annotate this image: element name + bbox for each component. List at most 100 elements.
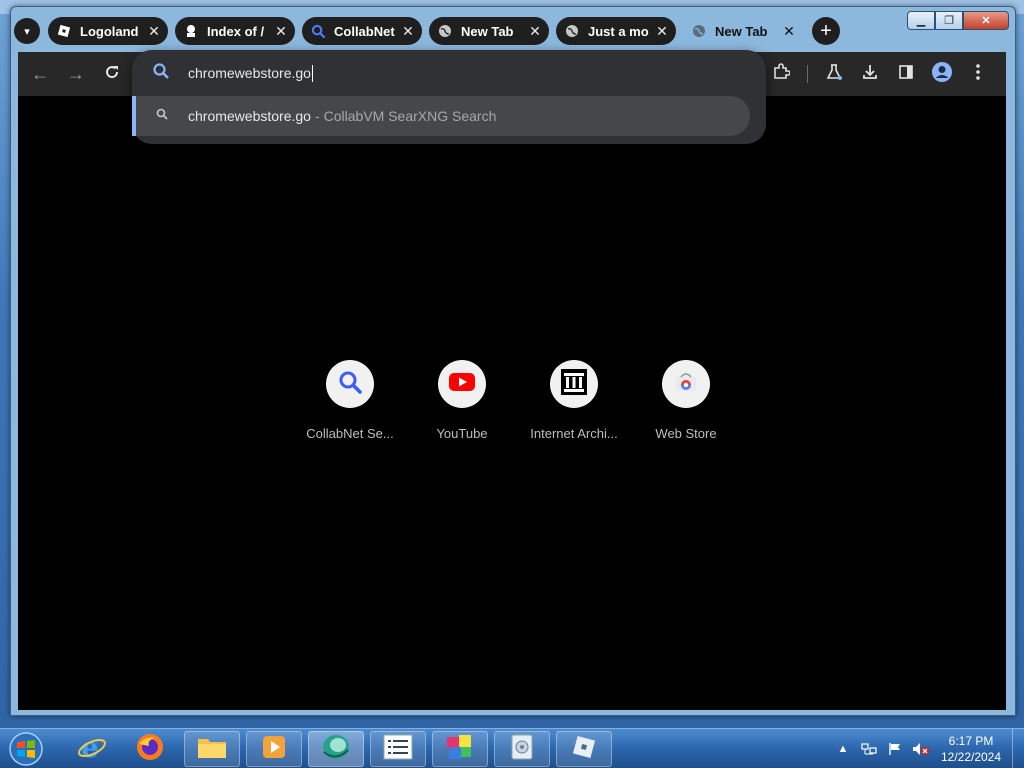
firefox-icon: [135, 732, 165, 767]
internet-explorer-icon: e: [77, 731, 107, 767]
tab-strip: ▾ Logoland ✕ Index of / ✕ CollabNet ✕ Ne…: [14, 14, 840, 48]
address-bar[interactable]: chromewebstore.go: [132, 50, 766, 96]
reload-button[interactable]: [94, 56, 130, 92]
action-center-flag-icon[interactable]: [885, 739, 905, 759]
globe-icon: [437, 23, 453, 39]
flask-icon: [825, 63, 843, 86]
shortcut-label: YouTube: [436, 426, 488, 441]
taskbar-file-explorer[interactable]: [184, 731, 240, 767]
list-icon: [383, 734, 413, 765]
roblox-icon: [56, 23, 72, 39]
windows-logo-icon: [6, 732, 46, 768]
shortcut-label: Web Store: [655, 426, 717, 441]
reload-icon: [104, 64, 120, 85]
tab-title: New Tab: [461, 23, 514, 39]
tab-new-tab[interactable]: New Tab ✕: [429, 17, 549, 45]
profile-button[interactable]: [924, 56, 960, 92]
close-window-button[interactable]: ✕: [963, 11, 1009, 30]
omnibox-dropdown: chromewebstore.go chromewebstore.go - Co…: [132, 50, 766, 144]
roblox-icon: [570, 733, 598, 766]
taskbar-clock[interactable]: 6:17 PM 12/22/2024: [940, 733, 1002, 765]
start-button[interactable]: [6, 731, 46, 767]
arrow-right-icon: →: [67, 63, 85, 84]
paint-icon: [445, 733, 475, 766]
close-icon[interactable]: ✕: [654, 23, 670, 40]
web-store-icon: [674, 371, 698, 398]
minimize-button[interactable]: ▁: [907, 11, 935, 30]
toolbar-separator: [807, 65, 808, 83]
menu-button[interactable]: [960, 56, 996, 92]
plus-icon: +: [820, 19, 832, 42]
shortcut-icon-circle: [662, 360, 710, 408]
suggestion-query: chromewebstore.go: [188, 108, 311, 124]
tab-title: Index of /: [207, 23, 265, 39]
network-icon[interactable]: [859, 739, 879, 759]
shortcut-internet-archive[interactable]: Internet Archi...: [518, 360, 630, 441]
tab-title: New Tab: [715, 23, 768, 39]
tab-title: Just a mo: [588, 23, 649, 39]
search-icon: [156, 107, 168, 125]
tab-title: Logoland: [80, 23, 139, 39]
close-icon[interactable]: ✕: [527, 23, 543, 40]
suggestion-engine: CollabVM SearXNG Search: [323, 108, 497, 124]
media-player-icon: [260, 733, 288, 766]
close-icon[interactable]: ✕: [146, 23, 162, 40]
labs-button[interactable]: [816, 56, 852, 92]
tab-collabnet[interactable]: CollabNet ✕: [302, 17, 422, 45]
avatar-icon: [931, 61, 953, 88]
more-vertical-icon: [975, 63, 981, 86]
tab-title: CollabNet: [334, 23, 395, 39]
tab-just-a-moment[interactable]: Just a mo ✕: [556, 17, 676, 45]
tab-search-button[interactable]: ▾: [14, 18, 40, 44]
system-tray: ▲ 6:17 PM 12/22/2024: [830, 729, 1024, 768]
shortcut-web-store[interactable]: Web Store: [630, 360, 742, 441]
window-controls: ▁ ❐ ✕: [907, 11, 1009, 30]
side-panel-icon: [897, 63, 915, 86]
toolbar-actions: [763, 52, 996, 96]
taskbar-browser[interactable]: [308, 731, 364, 767]
extensions-button[interactable]: [763, 56, 799, 92]
show-desktop-button[interactable]: [1012, 729, 1024, 768]
taskbar-paint[interactable]: [432, 731, 488, 767]
back-button[interactable]: ←: [22, 56, 58, 92]
taskbar-disk-utility[interactable]: [494, 731, 550, 767]
archive-icon: [183, 23, 199, 39]
search-icon: [152, 62, 170, 85]
suggestion-separator: -: [314, 108, 320, 124]
new-tab-button[interactable]: +: [812, 17, 840, 45]
maximize-button[interactable]: ❐: [935, 11, 963, 30]
taskbar-internet-explorer[interactable]: e: [64, 731, 120, 767]
side-panel-button[interactable]: [888, 56, 924, 92]
shortcut-youtube[interactable]: YouTube: [406, 360, 518, 441]
text-caret: [311, 64, 313, 82]
shortcuts-grid: CollabNet Se... YouTube Internet Archi..…: [294, 360, 742, 441]
archive-icon: [561, 368, 587, 400]
new-tab-page: CollabNet Se... YouTube Internet Archi..…: [18, 96, 1006, 710]
close-icon[interactable]: ✕: [400, 23, 416, 40]
folder-icon: [196, 733, 228, 766]
chevron-down-icon: ▾: [24, 25, 30, 38]
show-hidden-icons-button[interactable]: ▲: [833, 739, 853, 759]
omnibox-suggestion[interactable]: chromewebstore.go - CollabVM SearXNG Sea…: [132, 96, 750, 136]
windows-taskbar: e ▲ 6:17 PM 12/22/2024: [0, 728, 1024, 768]
volume-muted-icon[interactable]: [911, 739, 931, 759]
browser-icon: [320, 732, 352, 767]
shortcut-label: CollabNet Se...: [306, 426, 394, 441]
tab-new-tab-active[interactable]: New Tab ✕: [683, 17, 803, 45]
address-bar-text[interactable]: chromewebstore.go: [188, 65, 311, 81]
shortcut-collabnet[interactable]: CollabNet Se...: [294, 360, 406, 441]
shortcut-icon-circle: [438, 360, 486, 408]
close-icon[interactable]: ✕: [781, 23, 797, 40]
clock-time: 6:17 PM: [948, 734, 994, 748]
taskbar-roblox[interactable]: [556, 731, 612, 767]
downloads-button[interactable]: [852, 56, 888, 92]
tab-logoland[interactable]: Logoland ✕: [48, 17, 168, 45]
shortcut-icon-circle: [326, 360, 374, 408]
puzzle-icon: [772, 62, 791, 86]
taskbar-notepad[interactable]: [370, 731, 426, 767]
taskbar-firefox[interactable]: [122, 731, 178, 767]
taskbar-media-player[interactable]: [246, 731, 302, 767]
forward-button[interactable]: →: [58, 56, 94, 92]
close-icon[interactable]: ✕: [273, 23, 289, 40]
tab-index-of[interactable]: Index of / ✕: [175, 17, 295, 45]
